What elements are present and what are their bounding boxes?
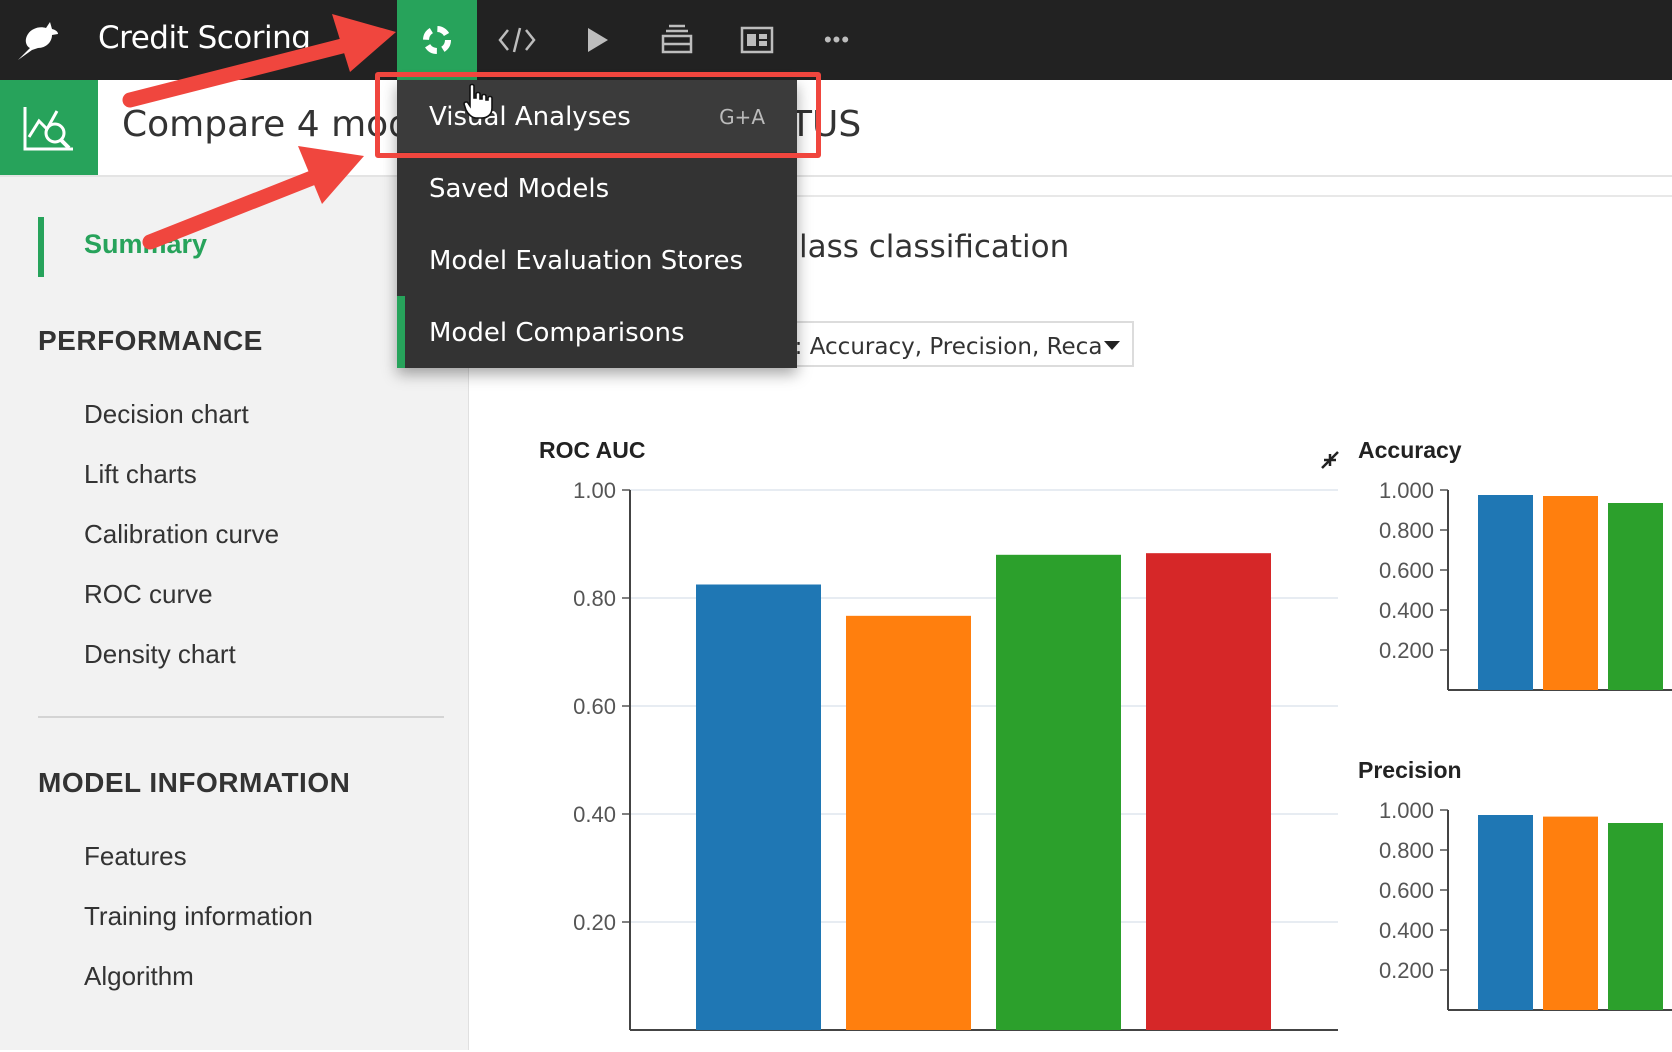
menu-active-indicator <box>397 296 405 368</box>
y-tick-label: 0.400 <box>1379 598 1434 623</box>
bar[interactable] <box>1608 503 1663 690</box>
y-tick-label: 1.000 <box>1379 478 1434 503</box>
y-tick-label: 0.600 <box>1379 558 1434 583</box>
collapse-icon[interactable] <box>1321 451 1339 469</box>
y-tick-label: 0.40 <box>573 802 616 827</box>
menu-item-saved-models[interactable]: Saved Models <box>397 152 797 224</box>
menu-item-label: Model Evaluation Stores <box>429 246 744 276</box>
bar[interactable] <box>1478 495 1533 690</box>
y-tick-label: 1.000 <box>1379 798 1434 823</box>
y-tick-label: 1.00 <box>573 478 616 503</box>
y-tick-label: 0.60 <box>573 694 616 719</box>
y-tick-label: 0.200 <box>1379 638 1434 663</box>
y-tick-label: 0.400 <box>1379 918 1434 943</box>
bar[interactable] <box>1146 553 1271 1030</box>
chart-title: Precision <box>1358 757 1462 783</box>
bar[interactable] <box>1478 815 1533 1010</box>
bar[interactable] <box>1608 823 1663 1010</box>
chart-title: ROC AUC <box>539 437 645 463</box>
bar[interactable] <box>846 615 971 1030</box>
roc-auc-chart: ROC AUC 1.00 0.80 0.60 0.40 0.20 <box>539 437 1338 1031</box>
bar[interactable] <box>1543 816 1598 1010</box>
y-tick-label: 0.600 <box>1379 878 1434 903</box>
y-tick-label: 0.200 <box>1379 958 1434 983</box>
bar[interactable] <box>996 554 1121 1030</box>
accuracy-chart: Accuracy 1.000 0.800 0.600 0.400 0.200 <box>1358 437 1672 691</box>
menu-item-label: Model Comparisons <box>429 318 685 348</box>
bar[interactable] <box>696 584 821 1031</box>
y-tick-label: 0.800 <box>1379 838 1434 863</box>
y-tick-label: 0.20 <box>573 910 616 935</box>
annotation-highlight-box <box>375 72 821 158</box>
metric-charts: ROC AUC 1.00 0.80 0.60 0.40 0.20 Accuracy 1.00… <box>539 437 1672 1031</box>
menu-item-model-evaluation-stores[interactable]: Model Evaluation Stores <box>397 224 797 296</box>
bar[interactable] <box>1543 496 1598 690</box>
y-tick-label: 0.80 <box>573 586 616 611</box>
y-tick-label: 0.800 <box>1379 518 1434 543</box>
chart-title: Accuracy <box>1358 437 1462 463</box>
precision-chart: Precision 1.000 0.800 0.600 0.400 0.200 <box>1358 757 1672 1011</box>
menu-item-model-comparisons[interactable]: Model Comparisons <box>397 296 797 368</box>
menu-item-label: Saved Models <box>429 174 610 204</box>
